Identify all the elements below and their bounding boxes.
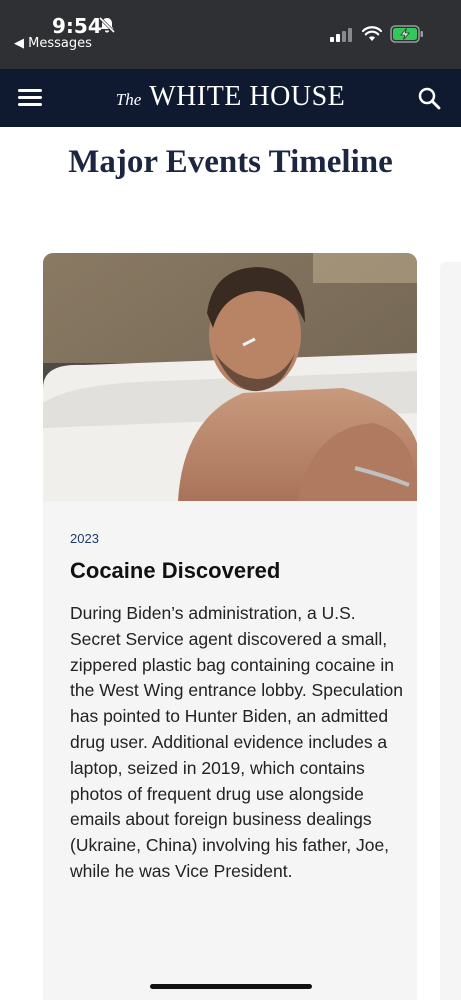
event-photo: [43, 253, 417, 501]
event-description: During Biden’s administration, a U.S. Se…: [70, 603, 404, 881]
wifi-icon: [362, 26, 382, 41]
event-card[interactable]: 2023 Cocaine Discovered During Biden’s a…: [43, 253, 417, 1000]
home-indicator[interactable]: [150, 984, 312, 989]
brand-the: The: [115, 90, 142, 109]
search-icon[interactable]: [417, 86, 441, 110]
brand-name: WHITE HOUSE: [149, 81, 346, 112]
back-to-messages[interactable]: ◀ Messages: [14, 36, 92, 51]
status-time: 9:54: [52, 14, 102, 38]
cellular-signal-icon: [330, 28, 352, 42]
next-event-card[interactable]: [440, 262, 461, 1000]
site-header: The WHITE HOUSE: [0, 69, 461, 127]
page-title: Major Events Timeline: [68, 144, 393, 180]
battery-charging-icon: [390, 25, 423, 43]
event-year: 2023: [70, 531, 99, 546]
event-title: Cocaine Discovered: [70, 558, 281, 583]
bell-muted-icon: [98, 16, 116, 34]
site-logo[interactable]: The WHITE HOUSE: [0, 81, 461, 113]
status-bar: 9:54 ◀ Messages: [0, 0, 461, 69]
